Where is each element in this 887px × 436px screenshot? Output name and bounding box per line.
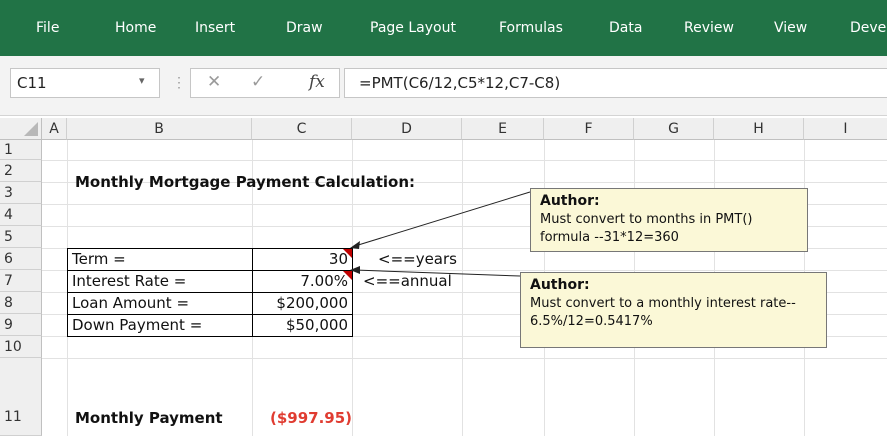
comment-arrowhead [350,241,360,249]
comment-arrowhead [350,266,360,274]
comment-box-term[interactable]: Author: Must convert to months in PMT() … [530,188,808,252]
result-value[interactable]: ($997.95) [270,409,352,427]
result-label[interactable]: Monthly Payment [75,409,223,427]
comment-author: Author: [530,277,590,293]
comment-text: Must convert to a monthly interest rate-… [530,295,796,331]
comment-line: Must convert to a monthly interest rate-… [530,296,796,311]
comment-line: 6.5%/12=0.5417% [530,314,653,329]
comment-box-rate[interactable]: Author: Must convert to a monthly intere… [520,272,827,348]
comment-connector-line [354,191,531,247]
comment-line: Must convert to months in PMT() [540,212,753,227]
comment-text: Must convert to months in PMT() formula … [540,211,752,247]
comment-line: formula --31*12=360 [540,230,679,245]
comment-author: Author: [540,193,600,209]
comment-connector-line [354,269,521,277]
